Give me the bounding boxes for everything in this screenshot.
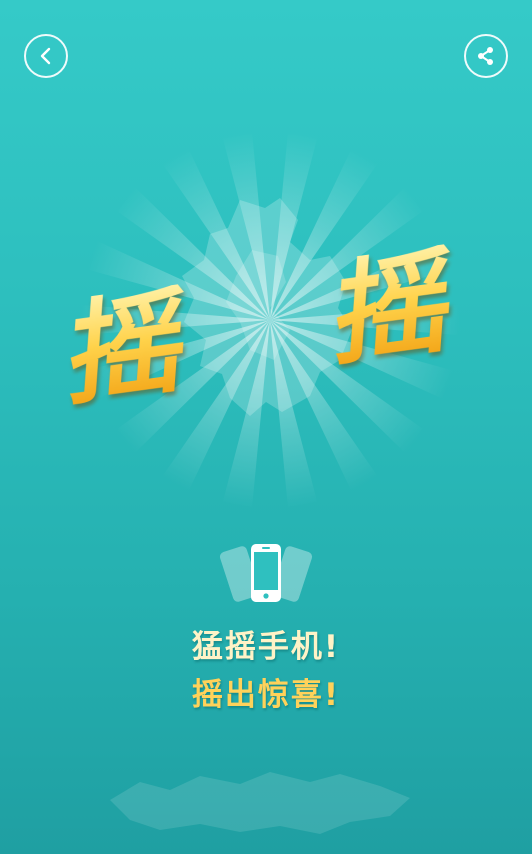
chevron-left-icon — [40, 47, 51, 65]
tagline-line-1: 猛摇手机! — [191, 629, 341, 665]
share-icon — [478, 47, 493, 65]
map-silhouette — [182, 198, 352, 416]
shake-screen: 摇 摇 猛摇手机! 摇出惊喜! — [0, 0, 532, 854]
tagline-line-2: 摇出惊喜! — [191, 677, 341, 713]
bottom-map-decoration — [110, 772, 410, 834]
back-button[interactable] — [24, 34, 68, 78]
phone-shake-icon — [219, 544, 313, 602]
shake-character-left: 摇 — [64, 272, 193, 423]
shake-character-right: 摇 — [330, 232, 459, 383]
share-button[interactable] — [464, 34, 508, 78]
